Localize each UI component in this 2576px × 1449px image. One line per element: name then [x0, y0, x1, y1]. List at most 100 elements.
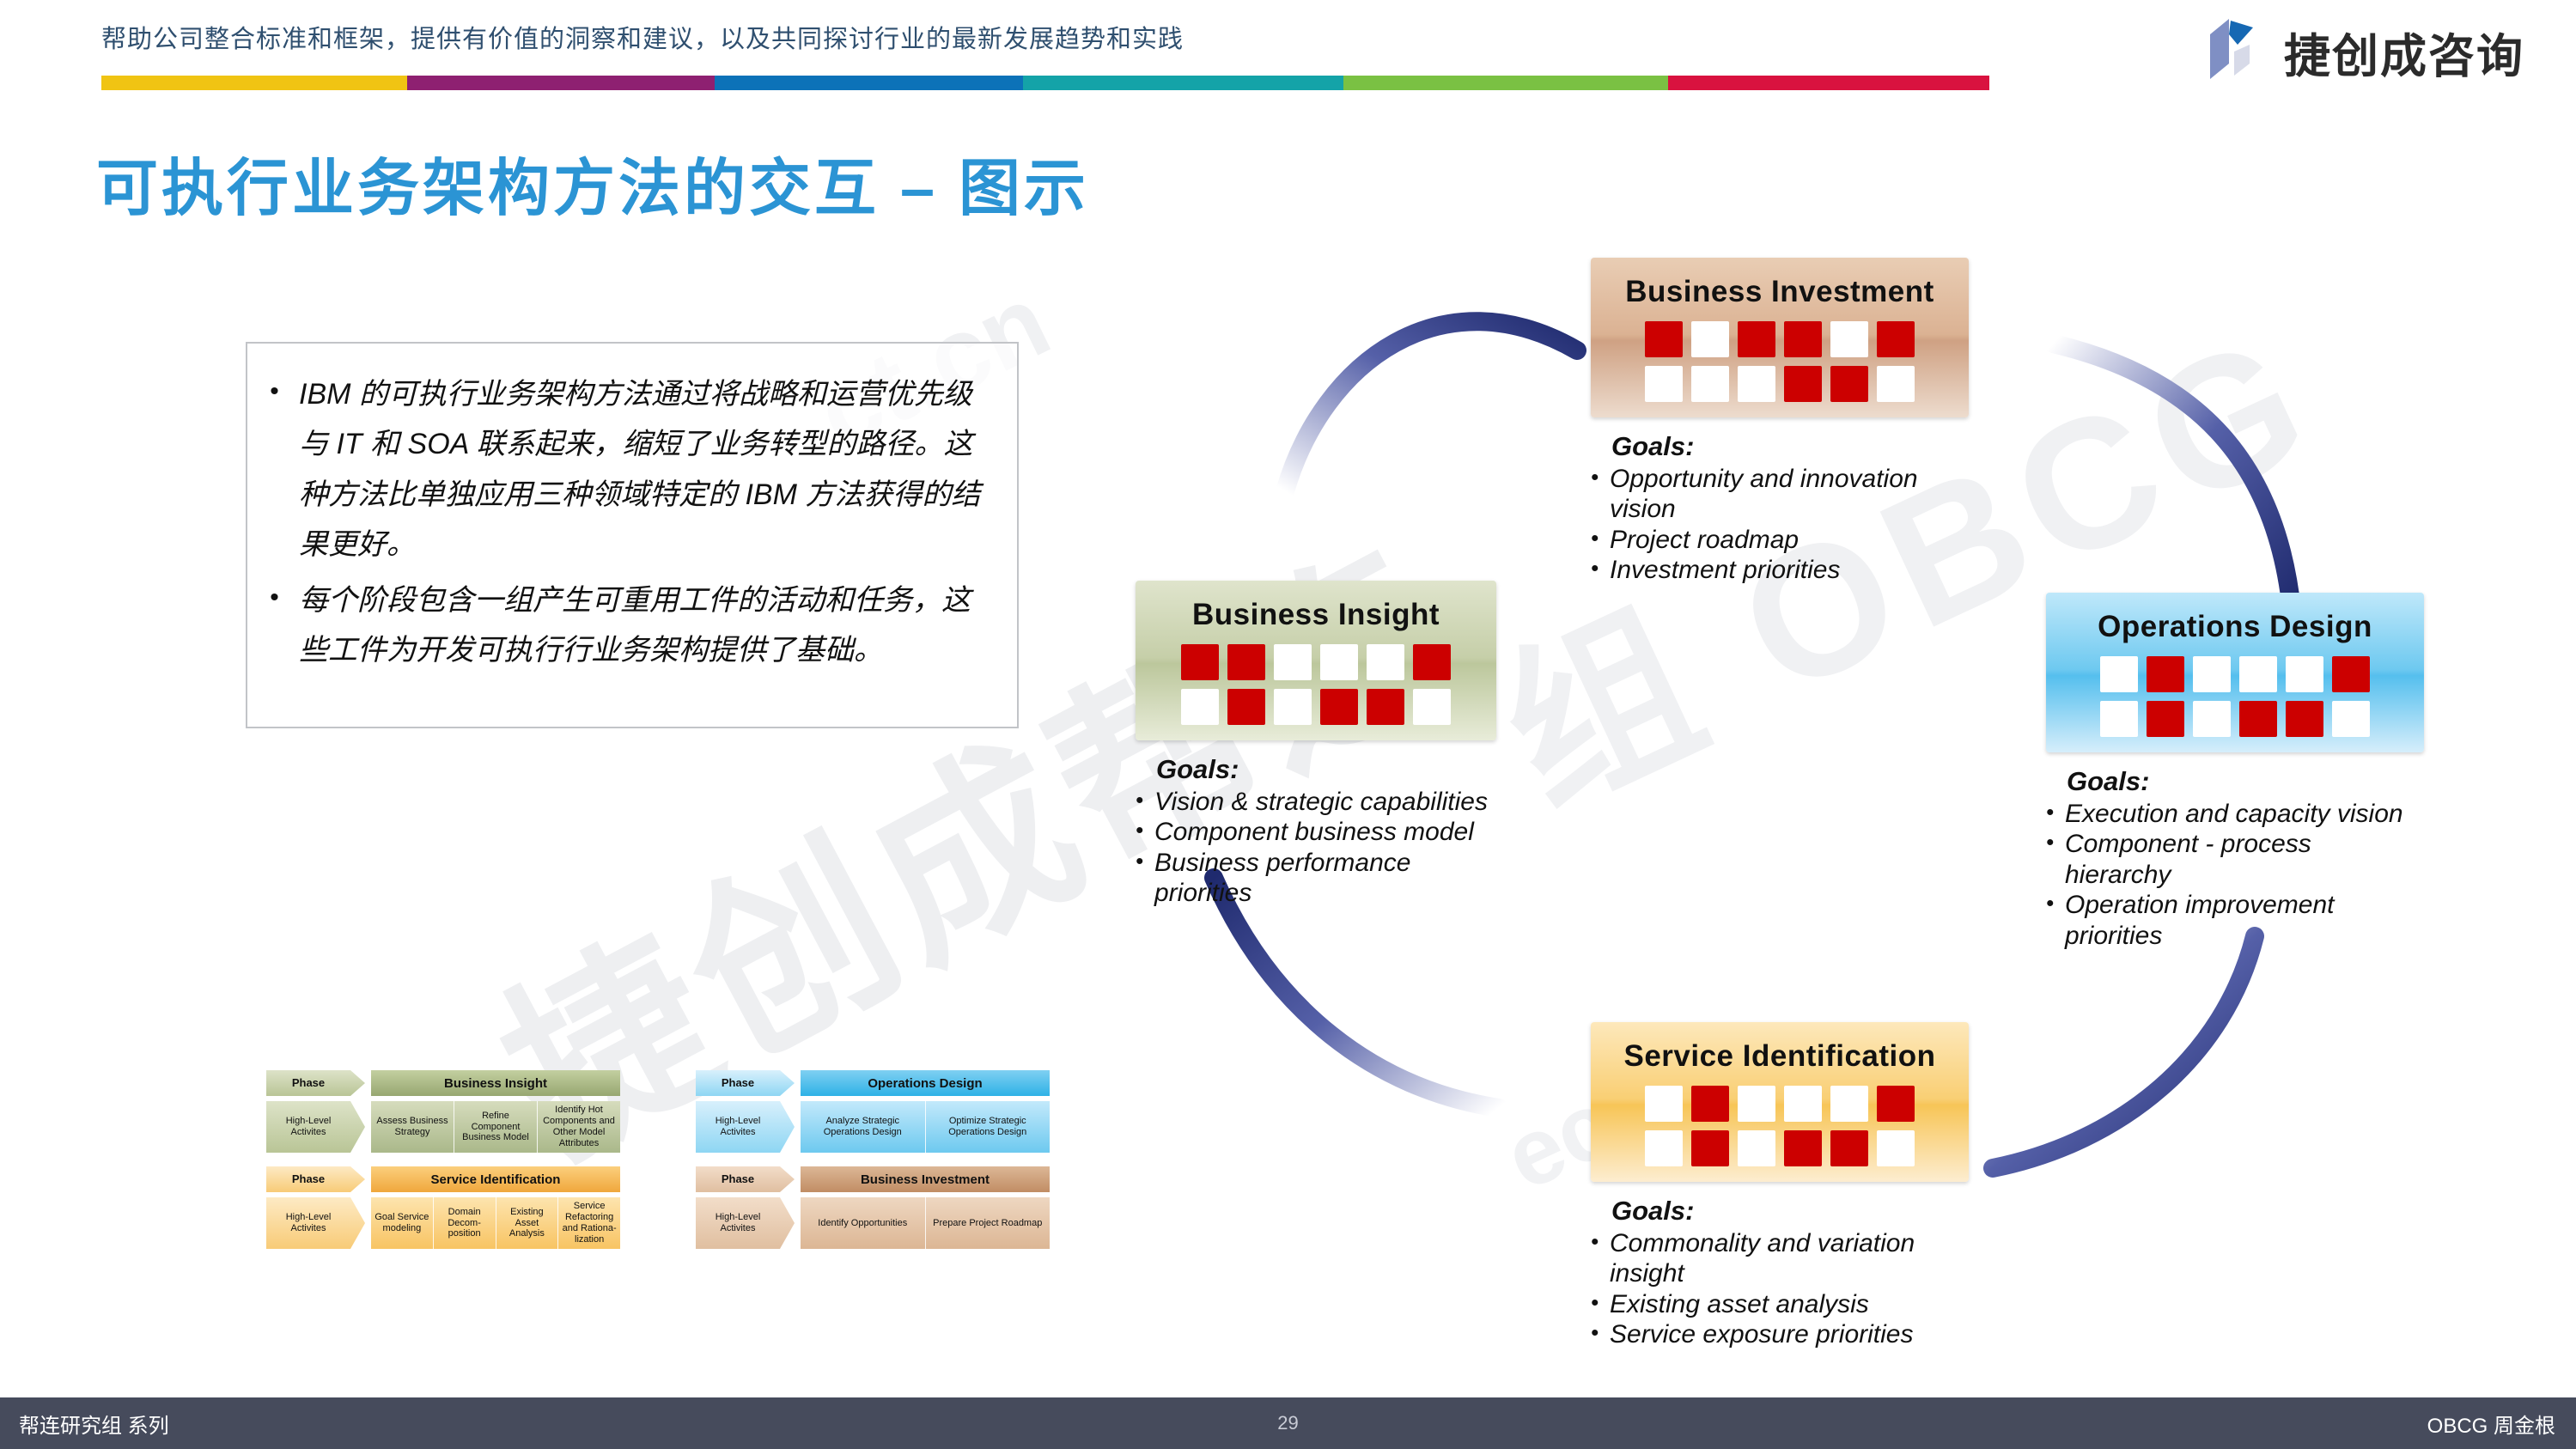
grid-cell-filled [1227, 644, 1265, 680]
mini-activities-label: High-Level Activites [286, 1116, 332, 1137]
goals-list-item-label: Vision & strategic capabilities [1154, 788, 1488, 816]
mini-activities-row: High-Level Activites Analyze Strategic Ope… [696, 1101, 1050, 1153]
grid-cell-empty [1877, 1130, 1915, 1166]
goals-list-item-label: Investment priorities [1610, 556, 1841, 585]
grid-cell-filled [1784, 321, 1822, 357]
mini-activities-tag: High-Level Activites [266, 1101, 350, 1153]
mini-activity-cells: Identify Opportunities Prepare Project Ro… [801, 1197, 1050, 1249]
cycle-node-service-identification[interactable]: Service Identification Goals: • Commonality… [1591, 1022, 1969, 1350]
mini-activities-label-line1: High-Level [285, 1116, 332, 1127]
grid-cell-filled [1784, 1130, 1822, 1166]
grid-cell-empty [1274, 644, 1312, 680]
mini-activities-label-line2: Activites [720, 1223, 756, 1233]
logo-wordmark: 捷创成咨询 [2284, 30, 2524, 82]
grid-cell-empty [1645, 1130, 1683, 1166]
grid-cell-empty [1830, 321, 1868, 357]
mini-phase-title: Operations Design [801, 1070, 1050, 1096]
mini-activities-label-line2: Activites [290, 1223, 326, 1233]
cycle-node-operations-design[interactable]: Operations Design Goals: • Execution and ca… [2046, 593, 2424, 951]
mini-activities-row: High-Level Activites Identify Opportunitie… [696, 1197, 1050, 1249]
header-color-rule [101, 76, 1989, 90]
logo-mark-icon [2200, 15, 2268, 88]
goals-list: • Vision & strategic capabilities • Compone… [1136, 787, 1496, 909]
grid-cell-filled [1784, 366, 1822, 402]
mini-activities-label-line2: Activites [290, 1127, 326, 1137]
grid-cell-empty [2193, 701, 2231, 737]
cycle-box-title: Business Investment [1625, 275, 1934, 308]
goals-list-item: • Operation improvement priorities [2046, 890, 2424, 951]
mini-activities-row: High-Level Activites Goal Service modeling… [266, 1197, 620, 1249]
mini-activities-tag: High-Level Activites [696, 1197, 780, 1249]
mini-phase-tag: Phase [696, 1070, 780, 1096]
slide: 捷创成帮连 组 OBCG ct.cn ect.cn 帮助公司整合标准和框架，提供… [0, 0, 2576, 1449]
goals-list-item-label: Operation improvement priorities [2065, 891, 2335, 950]
grid-cell-empty [1274, 689, 1312, 725]
mini-activity-cell: Optimize Strategic Operations Design [948, 1116, 1027, 1137]
grid-cell-empty [2100, 701, 2138, 737]
goals-heading: Goals: [1156, 754, 1239, 784]
cycle-box-business-investment[interactable]: Business Investment [1591, 258, 1969, 417]
goals-list-item-label: Service exposure priorities [1610, 1320, 1914, 1349]
cycle-node-business-investment[interactable]: Business Investment Goals: • Opportunity an… [1591, 258, 1969, 586]
mini-activity-cell: Identify Opportunities [801, 1197, 926, 1249]
mini-phase-tag: Phase [696, 1166, 780, 1192]
mini-activity-cell: Existing Asset Analysis [496, 1197, 559, 1249]
goals-list-item-label: Component business model [1154, 818, 1474, 847]
mini-activities-label-line1: High-Level [285, 1212, 332, 1223]
grid-cell-empty [1830, 1086, 1868, 1122]
cycle-box-cell-grid [1181, 644, 1451, 740]
grid-cell-filled [2332, 656, 2370, 692]
cycle-box-title: Business Insight [1191, 598, 1440, 631]
goals-block-business-insight: Goals: • Vision & strategic capabilities • C… [1136, 754, 1496, 909]
mini-activity-cell: Refine Component Business Model [454, 1101, 538, 1153]
cycle-box-title: Operations Design [2098, 610, 2372, 643]
header-tagline: 帮助公司整合标准和框架，提供有价值的洞察和建议，以及共同探讨行业的最新发展趋势和… [101, 26, 1184, 53]
goals-list-item: • Opportunity and innovation vision [1591, 464, 1969, 525]
mini-phase-title: Service Identification [371, 1166, 620, 1192]
bullet-icon: • [1136, 787, 1144, 813]
grid-cell-filled [1181, 644, 1219, 680]
cycle-box-business-insight[interactable]: Business Insight [1136, 581, 1496, 740]
mini-activities-tag: High-Level Activites [696, 1101, 780, 1153]
mini-panel-service-identification: Phase Service Identification High-Level Act… [266, 1166, 620, 1249]
grid-cell-filled [2239, 701, 2277, 737]
mini-activities-label-line2: Activites [720, 1127, 756, 1137]
mini-process-diagram-left: Phase Business Insight High-Level Activites… [266, 1070, 620, 1263]
grid-cell-empty [1181, 689, 1219, 725]
mini-activity-cells: Assess Business Strategy Refine Component… [371, 1101, 620, 1153]
mini-activities-label: High-Level Activites [716, 1116, 761, 1137]
mini-activity-cells: Goal Service modeling Domain Decom-positi… [371, 1197, 620, 1249]
bullet-icon: • [2046, 829, 2055, 855]
mini-activity-cells: Analyze Strategic Operations Design Optim… [801, 1101, 1050, 1153]
goals-list-item-label: Component - process hierarchy [2065, 830, 2311, 889]
mini-phase-title: Business Insight [371, 1070, 620, 1096]
grid-cell-empty [2332, 701, 2370, 737]
mini-activities-label-line1: High-Level [715, 1212, 761, 1223]
goals-list-item: • Service exposure priorities [1591, 1319, 1969, 1349]
cycle-node-business-insight[interactable]: Business Insight Goals: • Vision & strategi… [1136, 581, 1496, 909]
bullet-icon: • [1591, 464, 1599, 490]
cycle-box-operations-design[interactable]: Operations Design [2046, 593, 2424, 752]
mini-activity-cell: Service Refactoring and Rationa-lization [562, 1201, 617, 1245]
grid-cell-empty [1738, 1086, 1775, 1122]
bullet-icon: • [1591, 555, 1599, 581]
mini-phase-tag: Phase [266, 1166, 350, 1192]
grid-cell-empty [1320, 644, 1358, 680]
mini-activity-cell: Assess Business Strategy [371, 1101, 454, 1153]
footer-left-label: 帮连研究组 系列 [19, 1414, 169, 1438]
grid-cell-empty [2100, 656, 2138, 692]
goals-block-operations-design: Goals: • Execution and capacity vision • Com… [2046, 766, 2424, 951]
goals-list-item: • Component business model [1136, 817, 1496, 847]
mini-phase-row: Phase Business Insight [266, 1070, 620, 1096]
cycle-box-service-identification[interactable]: Service Identification [1591, 1022, 1969, 1182]
bullet-icon: • [1591, 1228, 1599, 1254]
grid-cell-empty [1413, 689, 1451, 725]
grid-cell-empty [2286, 656, 2323, 692]
goals-list-item: • Investment priorities [1591, 555, 1969, 585]
mini-activities-label: High-Level Activites [716, 1212, 761, 1233]
grid-cell-empty [2239, 656, 2277, 692]
goals-list-item: • Commonality and variation insight [1591, 1228, 1969, 1289]
bullet-icon: • [1136, 817, 1144, 843]
grid-cell-empty [2193, 656, 2231, 692]
brand-logo: 捷创成咨询 [2200, 15, 2524, 88]
